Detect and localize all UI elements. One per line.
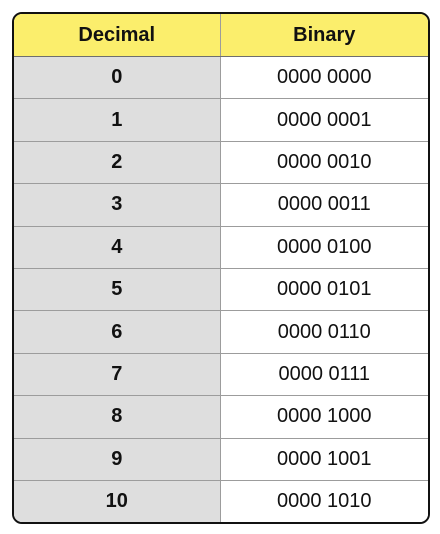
- binary-cell: 0000 0011: [220, 183, 428, 227]
- decimal-cell: 6: [14, 310, 221, 354]
- table-row: 9 0000 1001: [14, 438, 428, 481]
- binary-cell: 0000 0000: [220, 56, 428, 100]
- table-row: 3 0000 0011: [14, 183, 428, 227]
- binary-cell: 0000 0100: [220, 226, 428, 269]
- binary-cell: 0000 0001: [220, 98, 428, 142]
- binary-cell: 0000 0110: [220, 310, 428, 354]
- binary-cell: 0000 0111: [220, 353, 428, 397]
- decimal-cell: 3: [14, 183, 221, 227]
- binary-cell: 0000 0010: [220, 141, 428, 185]
- binary-cell: 0000 0101: [220, 268, 428, 312]
- binary-cell: 0000 1001: [220, 438, 428, 481]
- decimal-cell: 10: [14, 480, 221, 522]
- decimal-cell: 1: [14, 98, 221, 142]
- table-row: 7 0000 0111: [14, 353, 428, 397]
- table-row: 6 0000 0110: [14, 310, 428, 354]
- binary-cell: 0000 1000: [220, 395, 428, 439]
- decimal-cell: 0: [14, 56, 221, 100]
- header-binary: Binary: [220, 14, 428, 57]
- table-row: 5 0000 0101: [14, 268, 428, 312]
- table-header-row: Decimal Binary: [14, 14, 428, 57]
- table-row: 10 0000 1010: [14, 480, 428, 522]
- decimal-binary-table-frame: Decimal Binary 0 0000 0000 1 0000 0001 2…: [12, 12, 430, 524]
- decimal-cell: 9: [14, 438, 221, 481]
- binary-cell: 0000 1010: [220, 480, 428, 522]
- decimal-cell: 7: [14, 353, 221, 397]
- decimal-binary-table: Decimal Binary 0 0000 0000 1 0000 0001 2…: [14, 14, 428, 522]
- decimal-cell: 8: [14, 395, 221, 439]
- table-row: 4 0000 0100: [14, 226, 428, 269]
- table-row: 1 0000 0001: [14, 98, 428, 142]
- table-row: 2 0000 0010: [14, 141, 428, 185]
- header-decimal: Decimal: [14, 14, 221, 57]
- table-row: 0 0000 0000: [14, 56, 428, 100]
- decimal-cell: 5: [14, 268, 221, 312]
- decimal-cell: 4: [14, 226, 221, 269]
- table-row: 8 0000 1000: [14, 395, 428, 439]
- decimal-cell: 2: [14, 141, 221, 185]
